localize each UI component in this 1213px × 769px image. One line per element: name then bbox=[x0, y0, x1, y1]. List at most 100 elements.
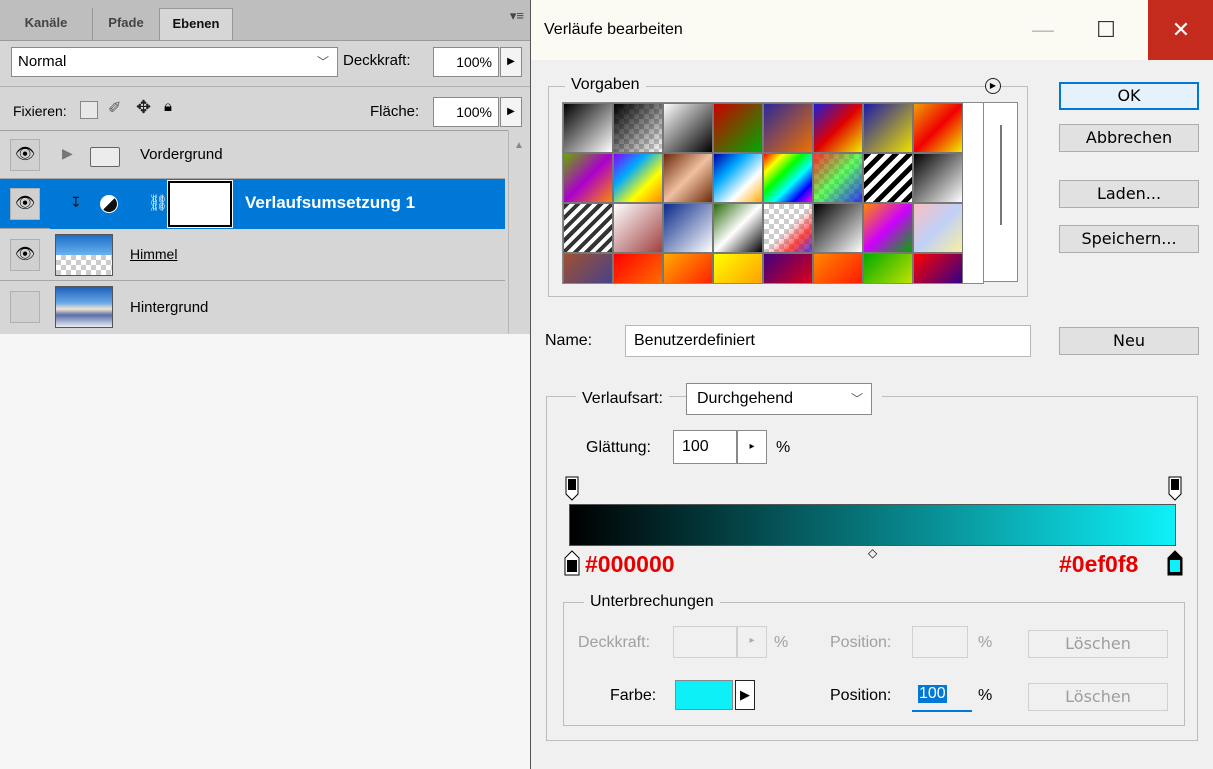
preset-swatch[interactable] bbox=[663, 203, 713, 253]
stop-opacity-position-unit: % bbox=[978, 634, 993, 651]
preset-swatch[interactable] bbox=[663, 153, 713, 203]
visibility-eye-icon[interactable]: 👁︎ bbox=[10, 188, 40, 220]
stop-color-menu-arrow[interactable]: ▶ bbox=[735, 680, 755, 710]
swatch-fill bbox=[614, 104, 662, 152]
preset-swatch[interactable] bbox=[613, 103, 663, 153]
preset-swatch[interactable] bbox=[713, 253, 763, 283]
smoothness-input[interactable]: 100 bbox=[673, 430, 737, 464]
preset-swatch[interactable] bbox=[863, 203, 913, 253]
lock-move-icon[interactable]: ✥ bbox=[136, 97, 151, 118]
layer-row-hintergrund[interactable]: Hintergrund bbox=[0, 281, 505, 334]
tab-paths[interactable]: Pfade bbox=[92, 8, 159, 40]
panel-menu-icon[interactable]: ▾≡ bbox=[510, 8, 524, 24]
visibility-eye-icon[interactable]: 👁︎ bbox=[10, 139, 40, 171]
stop-opacity-label: Deckkraft: bbox=[578, 634, 651, 651]
layer-mask-thumbnail[interactable] bbox=[167, 180, 233, 228]
preset-swatch[interactable] bbox=[813, 253, 863, 283]
opacity-arrow-button[interactable]: ▶ bbox=[500, 47, 522, 77]
preset-swatch[interactable] bbox=[613, 203, 663, 253]
fill-arrow-button[interactable]: ▶ bbox=[500, 97, 522, 127]
stop-position-input[interactable]: 100 bbox=[912, 680, 972, 712]
scroll-up-icon[interactable]: ▲ bbox=[514, 140, 524, 151]
opacity-stop-right-icon[interactable] bbox=[1168, 476, 1182, 502]
stop-opacity-input bbox=[673, 626, 737, 658]
preset-swatch[interactable] bbox=[913, 153, 963, 203]
cancel-button[interactable]: Abbrechen bbox=[1059, 124, 1199, 152]
color-stop-right-icon[interactable] bbox=[1167, 550, 1183, 576]
preset-swatch[interactable] bbox=[613, 153, 663, 203]
presets-label: Vorgaben bbox=[565, 76, 646, 94]
preset-swatch[interactable] bbox=[863, 103, 913, 153]
midpoint-diamond-icon[interactable]: ◇ bbox=[868, 546, 877, 560]
smoothness-arrow-button[interactable]: ▸ bbox=[737, 430, 767, 464]
layer-name: Hintergrund bbox=[130, 299, 209, 316]
opacity-stop-left-icon[interactable] bbox=[565, 476, 579, 502]
stop-position-unit: % bbox=[978, 687, 993, 704]
preset-swatch[interactable] bbox=[713, 153, 763, 203]
name-value: Benutzerdefiniert bbox=[634, 332, 755, 349]
stop-position-label: Position: bbox=[830, 687, 892, 704]
swatch-fill bbox=[814, 154, 862, 202]
preset-swatch[interactable] bbox=[763, 153, 813, 203]
visibility-toggle-empty[interactable] bbox=[10, 291, 40, 323]
chevron-down-icon: ﹀ bbox=[316, 55, 329, 69]
layer-row-himmel[interactable]: 👁︎ Himmel bbox=[0, 229, 505, 281]
blend-mode-select[interactable]: Normal ﹀ bbox=[11, 47, 338, 77]
preset-swatch[interactable] bbox=[813, 203, 863, 253]
layers-scrollbar[interactable]: ▲ bbox=[508, 130, 531, 334]
lock-transparency-icon[interactable] bbox=[80, 101, 98, 119]
tab-channels[interactable]: Kanäle bbox=[2, 8, 90, 40]
preset-swatch[interactable] bbox=[763, 253, 813, 283]
preset-swatch[interactable] bbox=[763, 203, 813, 253]
gradient-type-select[interactable]: Durchgehend ﹀ bbox=[686, 383, 872, 415]
fill-field[interactable]: 100% bbox=[433, 97, 499, 127]
preset-swatch[interactable] bbox=[913, 253, 963, 283]
preset-swatch[interactable] bbox=[763, 103, 813, 153]
opacity-field[interactable]: 100% bbox=[433, 47, 499, 77]
minimize-icon[interactable]: — bbox=[1020, 0, 1066, 60]
stop-opacity-position-label: Position: bbox=[830, 634, 892, 651]
preset-swatch[interactable] bbox=[863, 153, 913, 203]
presets-menu-icon[interactable]: ▶ bbox=[985, 78, 1001, 94]
expand-triangle-icon[interactable]: ▶ bbox=[62, 145, 73, 162]
preset-swatch[interactable] bbox=[913, 103, 963, 153]
fill-label: Fläche: bbox=[370, 103, 420, 120]
chevron-down-icon: ﹀ bbox=[850, 392, 863, 406]
lock-row-divider bbox=[0, 86, 530, 87]
lock-all-icon[interactable]: 🔒︎ bbox=[164, 98, 172, 115]
color-stop-left-icon[interactable] bbox=[564, 550, 580, 576]
preset-swatch[interactable] bbox=[563, 153, 613, 203]
close-icon[interactable]: ✕ bbox=[1148, 0, 1213, 60]
save-button[interactable]: Speichern... bbox=[1059, 225, 1199, 253]
smoothness-label: Glättung: bbox=[586, 439, 651, 456]
stop-color-swatch[interactable] bbox=[675, 680, 733, 710]
preset-swatch[interactable] bbox=[863, 253, 913, 283]
preset-swatch[interactable] bbox=[913, 203, 963, 253]
preset-swatch[interactable] bbox=[663, 253, 713, 283]
preset-swatch[interactable] bbox=[613, 253, 663, 283]
preset-swatch[interactable] bbox=[563, 103, 613, 153]
presets-scroll-track[interactable] bbox=[984, 102, 1018, 282]
lock-paint-icon[interactable]: ✐ bbox=[108, 98, 121, 118]
presets-grid bbox=[562, 102, 984, 284]
preset-swatch[interactable] bbox=[563, 253, 613, 283]
maximize-icon[interactable]: ☐ bbox=[1083, 0, 1129, 60]
preset-swatch[interactable] bbox=[713, 203, 763, 253]
preset-swatch[interactable] bbox=[663, 103, 713, 153]
layer-row-vordergrund[interactable]: 👁︎ ▶ Vordergrund bbox=[0, 131, 505, 179]
layer-row-verlaufsumsetzung[interactable]: 👁︎ ↧ ⛓ Verlaufsumsetzung 1 bbox=[0, 179, 505, 229]
new-button[interactable]: Neu bbox=[1059, 327, 1199, 355]
visibility-eye-icon[interactable]: 👁︎ bbox=[10, 239, 40, 271]
name-input[interactable]: Benutzerdefiniert bbox=[625, 325, 1031, 357]
load-button[interactable]: Laden... bbox=[1059, 180, 1199, 208]
gradient-preview-bar[interactable] bbox=[569, 504, 1176, 546]
preset-swatch[interactable] bbox=[713, 103, 763, 153]
preset-swatch[interactable] bbox=[813, 153, 863, 203]
preset-swatch[interactable] bbox=[813, 103, 863, 153]
presets-scroll-thumb[interactable] bbox=[1000, 125, 1002, 225]
link-chain-icon[interactable]: ⛓ bbox=[148, 193, 168, 213]
ok-button[interactable]: OK bbox=[1059, 82, 1199, 110]
layers-panel: Kanäle Pfade Ebenen ▾≡ Normal ﹀ Deckkraf… bbox=[0, 0, 531, 334]
preset-swatch[interactable] bbox=[563, 203, 613, 253]
tab-layers[interactable]: Ebenen bbox=[159, 8, 233, 40]
